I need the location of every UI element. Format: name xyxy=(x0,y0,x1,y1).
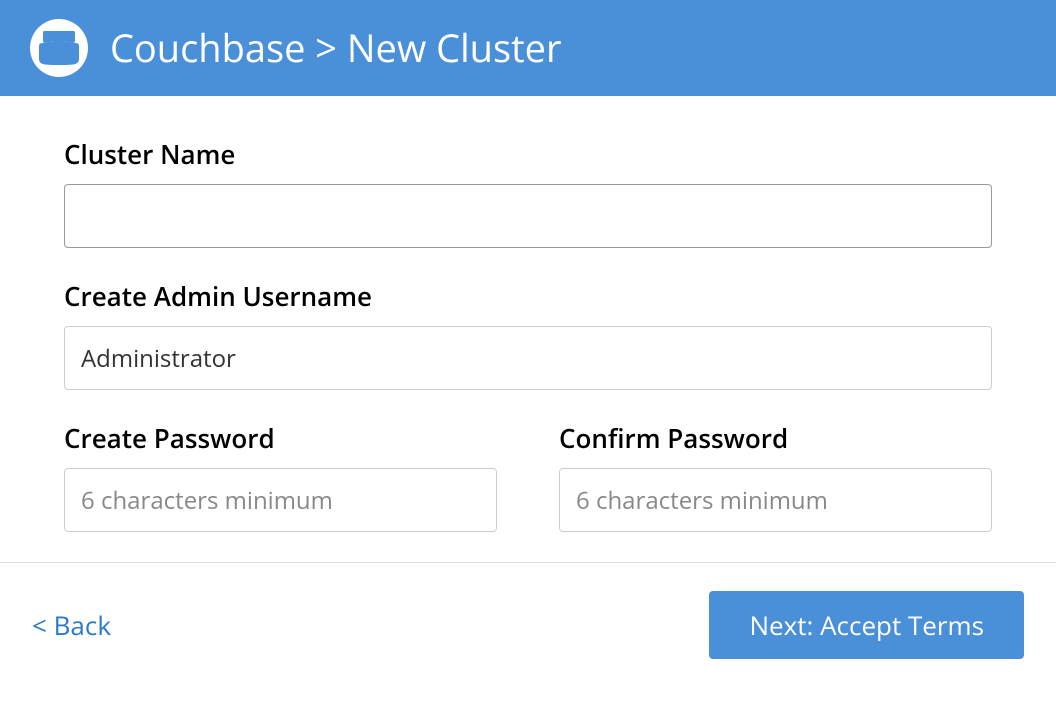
back-link[interactable]: < Back xyxy=(32,607,111,643)
confirm-password-input[interactable] xyxy=(559,468,992,532)
couchbase-logo-icon xyxy=(30,19,88,77)
header: Couchbase > New Cluster xyxy=(0,0,1056,96)
create-password-input[interactable] xyxy=(64,468,497,532)
cluster-name-input[interactable] xyxy=(64,184,992,248)
admin-username-group: Create Admin Username xyxy=(64,278,992,390)
create-password-label: Create Password xyxy=(64,420,497,456)
footer: < Back Next: Accept Terms xyxy=(0,562,1056,687)
admin-username-label: Create Admin Username xyxy=(64,278,992,314)
create-password-group: Create Password xyxy=(64,420,497,532)
next-button[interactable]: Next: Accept Terms xyxy=(709,591,1024,659)
page-title: Couchbase > New Cluster xyxy=(110,22,562,74)
confirm-password-group: Confirm Password xyxy=(559,420,992,532)
password-row: Create Password Confirm Password xyxy=(64,420,992,532)
form-container: Cluster Name Create Admin Username Creat… xyxy=(0,96,1056,562)
cluster-name-group: Cluster Name xyxy=(64,136,992,248)
admin-username-input[interactable] xyxy=(64,326,992,390)
cluster-name-label: Cluster Name xyxy=(64,136,992,172)
confirm-password-label: Confirm Password xyxy=(559,420,992,456)
